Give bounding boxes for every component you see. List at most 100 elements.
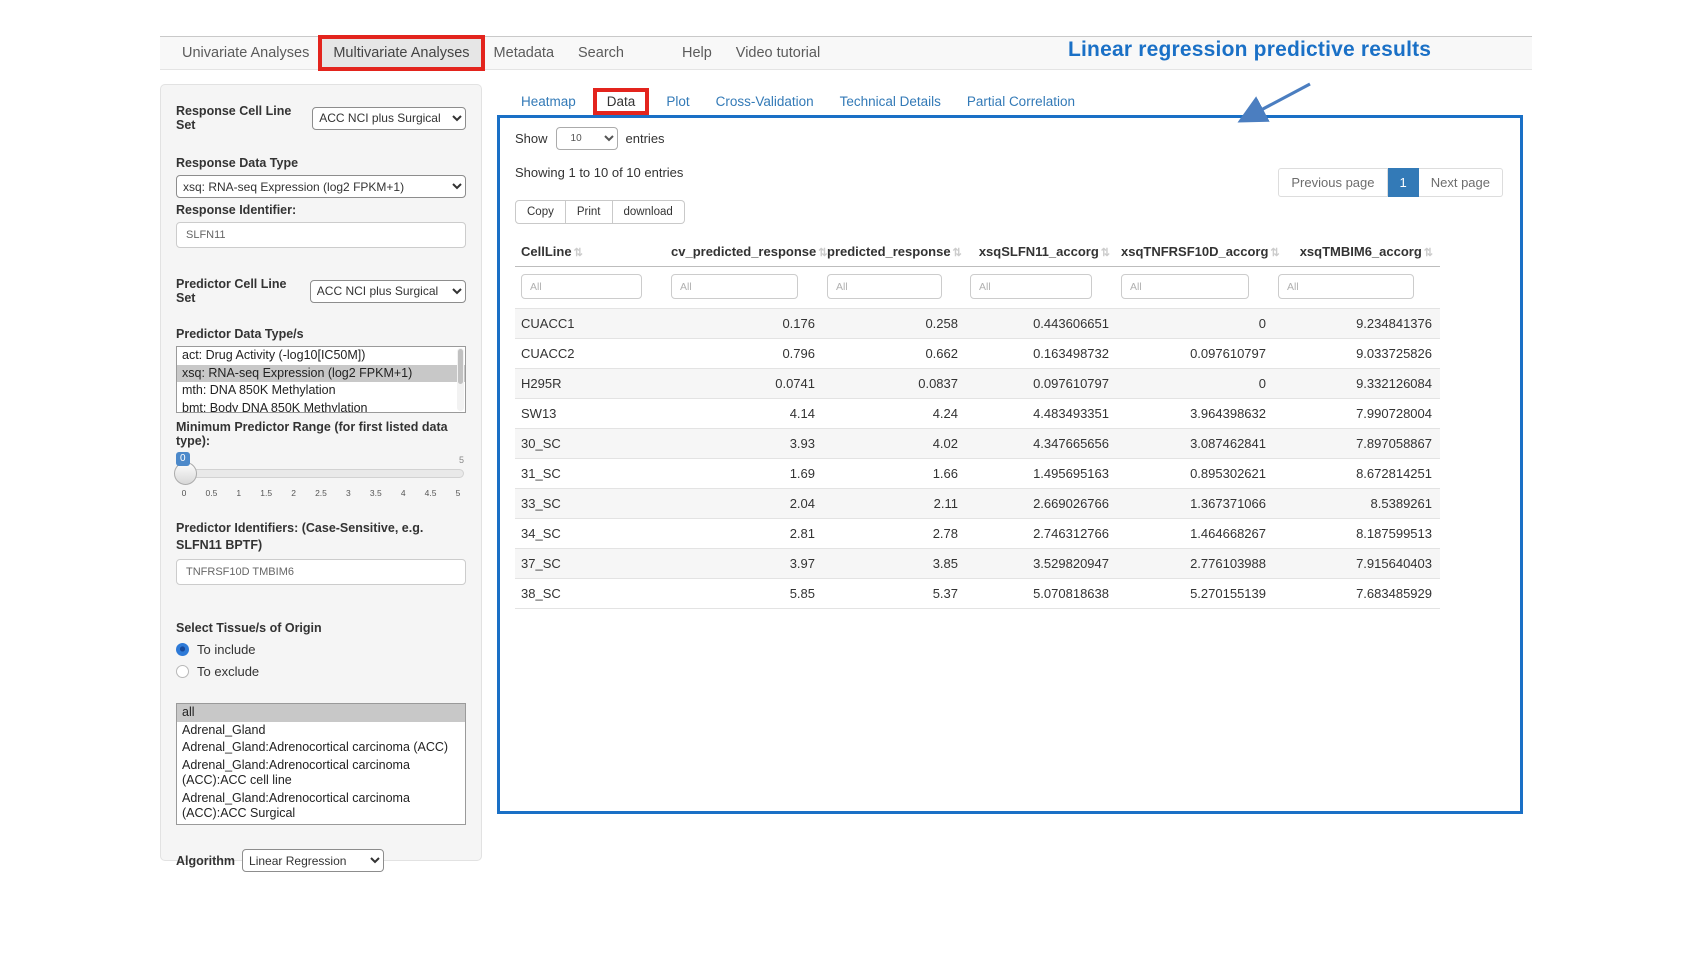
listbox-option-adrenal-gland[interactable]: Adrenal_Gland [177,722,465,740]
filter-input-predicted-response[interactable] [827,274,942,299]
predictor-identifiers-input[interactable] [176,559,466,585]
column-header-cv-predicted-response[interactable]: cv_predicted_response⇅ [667,237,823,267]
annotation-arrow-icon [1232,80,1316,126]
min-predictor-range-slider[interactable]: 0 5 00.511.522.533.544.55 [178,452,464,506]
table-row: CUACC20.7960.6620.1634987320.0976107979.… [515,339,1440,369]
slider-tick: 1 [235,488,243,498]
listbox-scrollbar[interactable] [457,348,464,411]
predictor-identifiers-label: Predictor Identifiers: (Case-Sensitive, … [176,520,466,554]
response-identifier-input[interactable] [176,222,466,248]
result-tabs: HeatmapDataPlotCross-ValidationTechnical… [508,87,1088,115]
export-button-download[interactable]: download [613,200,685,224]
table-header-row: CellLine⇅cv_predicted_response⇅predicted… [515,237,1440,267]
table-cell: 0.662 [823,339,966,369]
table-cell: 9.033725826 [1274,339,1440,369]
nav-item-video-tutorial[interactable]: Video tutorial [724,38,832,68]
table-cell: 1.69 [667,459,823,489]
filter-input-xsqtnfrsf10d-accorg[interactable] [1121,274,1249,299]
table-cell: 2.776103988 [1117,549,1274,579]
radio-to-exclude[interactable]: To exclude [176,664,466,679]
table-cell: 2.78 [823,519,966,549]
column-header-xsqslfn11-accorg[interactable]: xsqSLFN11_accorg⇅ [966,237,1117,267]
export-button-print[interactable]: Print [566,200,613,224]
table-cell: 0.443606651 [966,309,1117,339]
table-cell: 5.070818638 [966,579,1117,609]
table-cell: H295R [515,369,667,399]
entries-select[interactable]: 10 [556,127,618,150]
table-cell: CUACC2 [515,339,667,369]
response-data-type-label: Response Data Type [176,156,466,170]
table-cell: 0.097610797 [966,369,1117,399]
table-cell: 1.66 [823,459,966,489]
table-cell: 7.897058867 [1274,429,1440,459]
listbox-option-adrenal-gland-adrenocortical-carcinoma-acc-acc-surgical[interactable]: Adrenal_Gland:Adrenocortical carcinoma (… [177,790,465,823]
algorithm-select[interactable]: Linear Regression [242,849,384,872]
tab-data[interactable]: Data [593,88,650,115]
nav-item-univariate-analyses[interactable]: Univariate Analyses [170,38,321,68]
filter-input-cellline[interactable] [521,274,642,299]
tab-technical-details[interactable]: Technical Details [827,89,954,114]
table-cell: 2.04 [667,489,823,519]
export-button-copy[interactable]: Copy [515,200,566,224]
sort-icon[interactable]: ⇅ [818,247,826,259]
radio-to-include[interactable]: To include [176,642,466,657]
sort-icon[interactable]: ⇅ [953,247,961,259]
column-header-label: predicted_response [827,244,951,259]
listbox-option-bmt-body-dna-850k-methylation[interactable]: bmt: Body DNA 850K Methylation [177,400,465,414]
listbox-option-act-drug-activity-log10-ic50m[interactable]: act: Drug Activity (-log10[IC50M]) [177,347,465,365]
column-header-label: cv_predicted_response [671,244,816,259]
table-cell: 3.97 [667,549,823,579]
table-cell: 31_SC [515,459,667,489]
table-cell: 1.495695163 [966,459,1117,489]
filter-input-xsqtmbim6-accorg[interactable] [1278,274,1414,299]
table-cell: 1.464668267 [1117,519,1274,549]
table-cell: 7.915640403 [1274,549,1440,579]
table-row: 30_SC3.934.024.3476656563.0874628417.897… [515,429,1440,459]
annotation-title: Linear regression predictive results [1068,38,1431,62]
table-cell: 38_SC [515,579,667,609]
listbox-option-adrenal-gland-adrenocortical-carcinoma-acc-acc-cell-line[interactable]: Adrenal_Gland:Adrenocortical carcinoma (… [177,757,465,790]
nav-item-search[interactable]: Search [566,38,636,68]
filter-input-cv-predicted-response[interactable] [671,274,798,299]
table-cell: 4.02 [823,429,966,459]
predictor-data-types-listbox: act: Drug Activity (-log10[IC50M])xsq: R… [176,346,466,413]
tab-partial-correlation[interactable]: Partial Correlation [954,89,1088,114]
table-cell: 2.669026766 [966,489,1117,519]
listbox-option-mth-dna-850k-methylation[interactable]: mth: DNA 850K Methylation [177,382,465,400]
previous-page-button[interactable]: Previous page [1278,168,1387,197]
slider-tick: 1.5 [260,488,272,498]
nav-item-metadata[interactable]: Metadata [482,38,566,68]
tab-heatmap[interactable]: Heatmap [508,89,589,114]
listbox-option-adrenal-gland-adrenocortical-carcinoma-acc[interactable]: Adrenal_Gland:Adrenocortical carcinoma (… [177,739,465,757]
radio-icon[interactable] [176,665,189,678]
next-page-button[interactable]: Next page [1419,168,1503,197]
table-row: 37_SC3.973.853.5298209472.7761039887.915… [515,549,1440,579]
tab-plot[interactable]: Plot [653,89,702,114]
table-cell: 37_SC [515,549,667,579]
response-cell-line-set-select[interactable]: ACC NCI plus Surgical [312,107,466,130]
table-cell: 3.529820947 [966,549,1117,579]
column-header-cellline[interactable]: CellLine⇅ [515,237,667,267]
sort-icon[interactable]: ⇅ [574,247,582,259]
sort-icon[interactable]: ⇅ [1424,247,1432,259]
filter-input-xsqslfn11-accorg[interactable] [970,274,1092,299]
sort-icon[interactable]: ⇅ [1101,247,1109,259]
tab-cross-validation[interactable]: Cross-Validation [703,89,827,114]
response-data-type-select[interactable]: xsq: RNA-seq Expression (log2 FPKM+1) [176,175,466,198]
entries-label: entries [626,131,665,146]
slider-tick: 3 [344,488,352,498]
column-header-xsqtnfrsf10d-accorg[interactable]: xsqTNFRSF10D_accorg⇅ [1117,237,1274,267]
slider-track[interactable] [178,469,464,478]
listbox-option-xsq-rna-seq-expression-log2-fpkm-1[interactable]: xsq: RNA-seq Expression (log2 FPKM+1) [177,365,465,383]
column-header-predicted-response[interactable]: predicted_response⇅ [823,237,966,267]
listbox-option-all[interactable]: all [177,704,465,722]
response-cell-line-set-label: Response Cell Line Set [176,104,305,132]
page-number-button[interactable]: 1 [1388,168,1419,197]
column-header-xsqtmbim6-accorg[interactable]: xsqTMBIM6_accorg⇅ [1274,237,1440,267]
nav-item-multivariate-analyses[interactable]: Multivariate Analyses [321,38,481,68]
predictor-cell-line-set-select[interactable]: ACC NCI plus Surgical [310,280,466,303]
radio-icon[interactable] [176,643,189,656]
sort-icon[interactable]: ⇅ [1270,247,1278,259]
nav-item-help[interactable]: Help [670,38,724,68]
table-row: SW134.144.244.4834933513.9643986327.9907… [515,399,1440,429]
